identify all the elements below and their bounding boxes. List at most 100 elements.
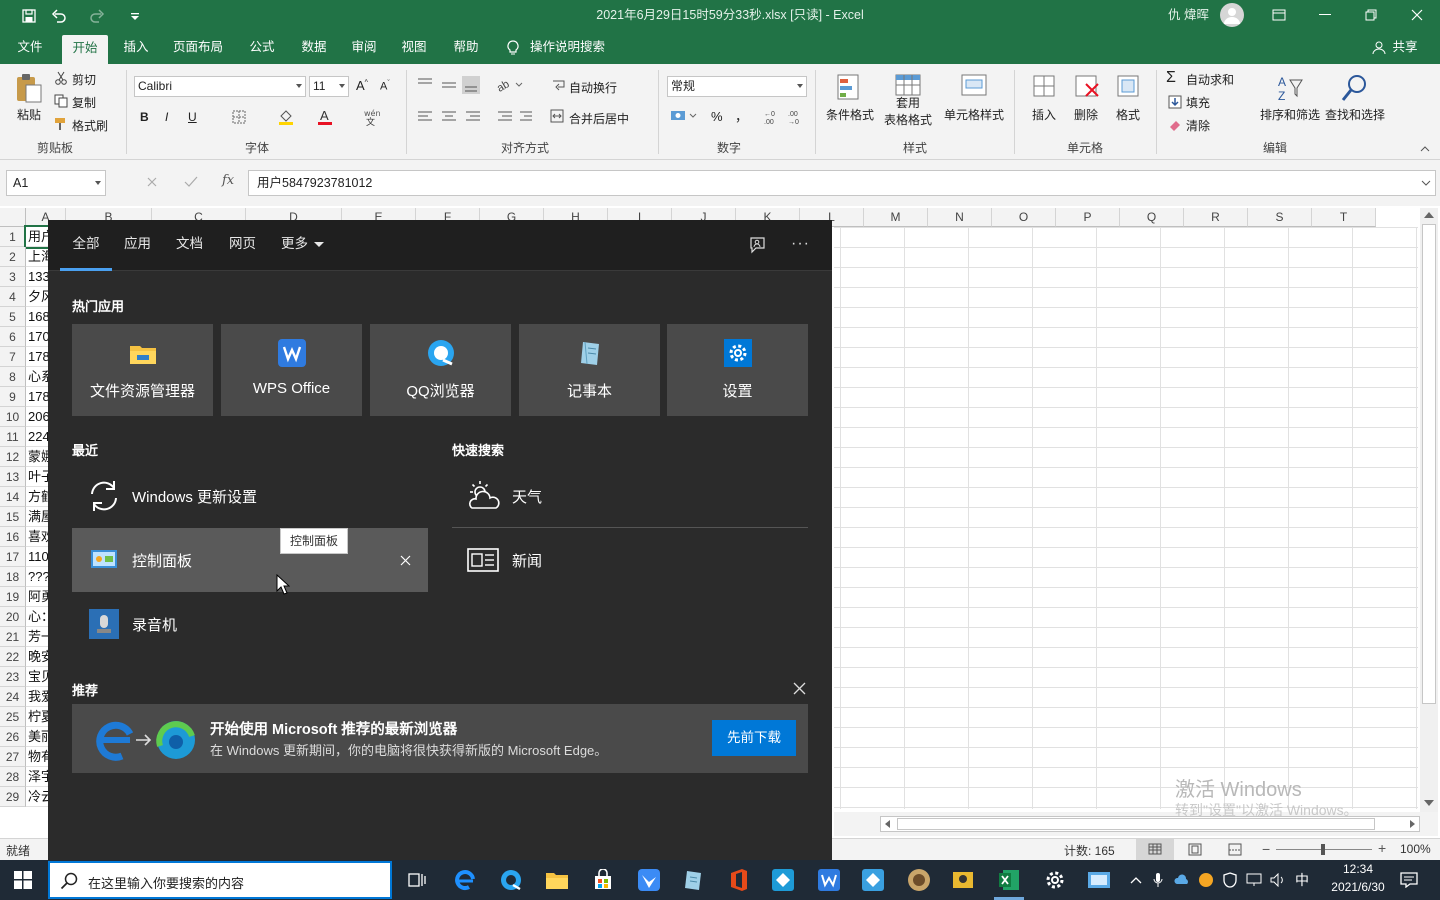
ime-indicator[interactable]: 中 (1292, 868, 1312, 892)
network-icon[interactable] (1244, 868, 1264, 892)
recent-item-voice-recorder[interactable]: 录音机 (72, 592, 428, 656)
customize-qat-icon[interactable] (122, 0, 148, 32)
borders-icon[interactable] (232, 110, 246, 124)
undo-icon[interactable] (46, 0, 72, 32)
fill-button[interactable]: 填充 (1186, 94, 1210, 111)
row-header[interactable]: 12 (0, 447, 26, 467)
orientation-icon[interactable]: ab (496, 76, 524, 94)
taskbar-search-box[interactable]: 在这里输入你要搜索的内容 (48, 861, 392, 899)
cell-a[interactable]: 晚安 (26, 647, 48, 667)
cell-a[interactable]: 上海 (26, 247, 48, 267)
format-as-table-button[interactable]: 套用 表格格式 (876, 72, 940, 128)
cancel-entry-icon[interactable] (146, 176, 158, 188)
cell-a[interactable]: 206 (26, 407, 48, 427)
tab-file[interactable]: 文件 (10, 32, 50, 64)
percent-button[interactable]: % (711, 109, 723, 124)
cell-a[interactable]: 夕风 (26, 287, 48, 307)
row-header[interactable]: 4 (0, 287, 26, 307)
search-tab-docs[interactable]: 文档 (176, 220, 203, 271)
row-header[interactable]: 27 (0, 747, 26, 767)
clock-time[interactable]: 12:34 (1328, 862, 1388, 876)
font-size-select[interactable]: 11 (309, 76, 349, 97)
zoom-level[interactable]: 100% (1400, 842, 1431, 856)
app-taskbar-icon-5[interactable] (1084, 866, 1114, 894)
row-header[interactable]: 22 (0, 647, 26, 667)
edge-legacy-icon[interactable] (450, 866, 480, 894)
cell-styles-button[interactable]: 单元格样式 (942, 72, 1006, 123)
cell-a[interactable]: 方鹤 (26, 487, 48, 507)
row-header[interactable]: 25 (0, 707, 26, 727)
bold-button[interactable]: B (140, 110, 149, 124)
currency-icon[interactable] (670, 108, 700, 124)
office-icon[interactable] (724, 866, 754, 894)
cell-a[interactable]: 蒙娜 (26, 447, 48, 467)
search-tab-web[interactable]: 网页 (229, 220, 256, 271)
task-view-icon[interactable] (402, 866, 432, 894)
excel-taskbar-icon[interactable] (994, 866, 1024, 894)
page-layout-view-icon[interactable] (1188, 843, 1202, 856)
row-header[interactable]: 5 (0, 307, 26, 327)
cell-grid[interactable] (834, 227, 1418, 809)
windows-start-icon[interactable] (14, 871, 32, 889)
row-header[interactable]: 26 (0, 727, 26, 747)
vertical-scrollbar[interactable] (1420, 208, 1438, 812)
close-icon[interactable] (1394, 0, 1440, 30)
row-header[interactable]: 29 (0, 787, 26, 807)
cell-a[interactable]: 物有 (26, 747, 48, 767)
row-header[interactable]: 7 (0, 347, 26, 367)
cell-a[interactable]: 冷云 (26, 787, 48, 807)
store-icon[interactable] (588, 866, 618, 894)
italic-button[interactable]: I (165, 110, 168, 124)
decrease-font-icon[interactable]: Aˇ (380, 80, 390, 93)
row-header[interactable]: 18 (0, 567, 26, 587)
app-tile-settings[interactable]: 设置 (667, 324, 808, 416)
user-name[interactable]: 仇 煒晖 (1168, 0, 1209, 30)
column-header[interactable]: T (1312, 208, 1376, 227)
phonetic-icon[interactable]: wén 文 (364, 108, 380, 126)
insert-function-button[interactable]: fx (222, 173, 234, 188)
cell-a[interactable]: 美丽 (26, 727, 48, 747)
wps-taskbar-icon[interactable] (814, 866, 844, 894)
cell-a[interactable]: 178 (26, 387, 48, 407)
tell-me-search[interactable]: 操作说明搜索 (530, 32, 610, 64)
share-button[interactable]: 共享 (1388, 32, 1422, 64)
recent-item-windows-update[interactable]: Windows 更新设置 (72, 464, 428, 528)
merge-center-button[interactable]: 合并后居中 (569, 110, 629, 127)
row-header[interactable]: 14 (0, 487, 26, 507)
app-taskbar-icon-2[interactable] (858, 866, 888, 894)
cell-a[interactable]: 168 (26, 307, 48, 327)
close-recommend-icon[interactable] (793, 682, 806, 695)
app-tile-file-explorer[interactable]: 文件资源管理器 (72, 324, 213, 416)
column-header[interactable]: S (1248, 208, 1312, 227)
cell-a[interactable]: 喜欢 (26, 527, 48, 547)
tab-review[interactable]: 审阅 (344, 32, 384, 64)
find-select-button[interactable]: 查找和选择 (1322, 72, 1388, 123)
zoom-out-icon[interactable]: − (1262, 841, 1270, 857)
cell-a[interactable]: 用户 (24, 225, 50, 249)
save-icon[interactable] (16, 0, 42, 32)
row-header[interactable]: 24 (0, 687, 26, 707)
clock-date[interactable]: 2021/6/30 (1320, 880, 1396, 894)
row-header[interactable]: 2 (0, 247, 26, 267)
cell-a[interactable]: 宝贝 (26, 667, 48, 687)
app-tile-notepad[interactable]: 记事本 (519, 324, 660, 416)
onedrive-icon[interactable] (1172, 868, 1192, 892)
cell-a[interactable]: 我爱 (26, 687, 48, 707)
row-header[interactable]: 1 (0, 227, 26, 247)
cell-a[interactable]: 阿勇 (26, 587, 48, 607)
remove-recent-icon[interactable] (400, 555, 411, 566)
cell-a[interactable]: 110 (26, 547, 48, 567)
tab-insert[interactable]: 插入 (116, 32, 156, 64)
normal-view-button[interactable] (1136, 839, 1174, 860)
recent-item-control-panel[interactable]: 控制面板 (72, 528, 428, 592)
search-tab-more[interactable]: 更多 (281, 220, 308, 271)
comma-button[interactable]: ， (735, 106, 748, 125)
paste-button[interactable]: 粘贴 (12, 72, 46, 123)
app-taskbar-icon-4[interactable] (948, 866, 978, 894)
wrap-text-button[interactable]: 自动换行 (569, 79, 617, 96)
cell-a[interactable]: 133 (26, 267, 48, 287)
row-header[interactable]: 10 (0, 407, 26, 427)
feishu-icon[interactable] (634, 866, 664, 894)
tab-formulas[interactable]: 公式 (242, 32, 282, 64)
delete-cells-button[interactable]: 删除 (1066, 72, 1106, 123)
